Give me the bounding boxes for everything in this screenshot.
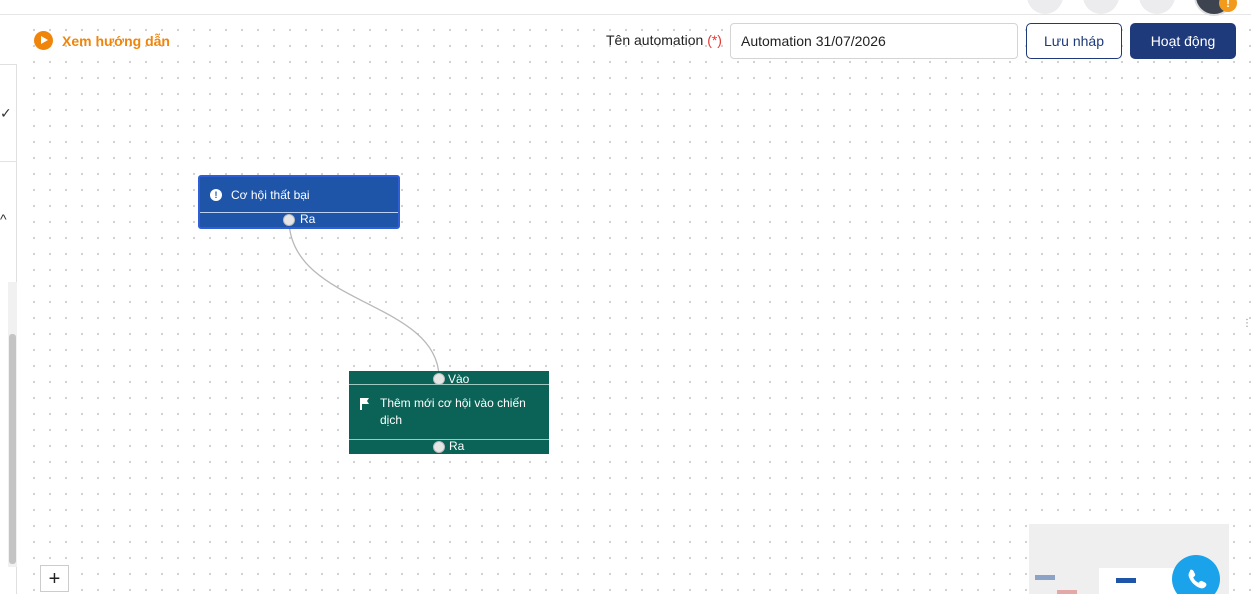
output-port[interactable] xyxy=(283,214,295,226)
activate-button[interactable]: Hoạt động xyxy=(1130,23,1236,59)
minimap-node xyxy=(1057,590,1077,594)
minimap-node xyxy=(1035,575,1055,580)
call-button[interactable] xyxy=(1172,555,1220,594)
minimap-node xyxy=(1116,578,1136,583)
output-port-label: Ra xyxy=(300,212,316,226)
alert-circle-icon: ! xyxy=(210,189,222,201)
zoom-in-button[interactable]: + xyxy=(40,565,69,592)
chevron-icon[interactable]: ✓ xyxy=(0,105,12,122)
automation-name-label: Tên automation (*) xyxy=(606,32,722,48)
workflow-canvas[interactable] xyxy=(22,16,1251,594)
chevron-up-icon[interactable]: ^ xyxy=(0,211,7,227)
top-bar xyxy=(0,0,1251,15)
output-port[interactable] xyxy=(433,441,445,453)
scrollbar-thumb[interactable] xyxy=(9,334,16,564)
toolbar-button[interactable] xyxy=(1139,0,1175,14)
phone-icon xyxy=(1188,569,1207,589)
flag-icon xyxy=(359,398,371,410)
trigger-node-header: ! Cơ hội thất bại xyxy=(210,188,310,202)
automation-name-input[interactable] xyxy=(730,23,1018,59)
save-draft-button[interactable]: Lưu nháp xyxy=(1026,23,1122,59)
toolbar-button[interactable] xyxy=(1027,0,1063,14)
panel-handle-icon[interactable]: ⋮ xyxy=(1242,318,1251,329)
required-mark: (*) xyxy=(707,32,722,48)
output-port-label: Ra xyxy=(449,439,465,453)
guide-link-label: Xem hướng dẫn xyxy=(62,32,170,49)
node-divider xyxy=(349,384,549,385)
play-circle-icon xyxy=(34,31,53,50)
trigger-node[interactable]: ! Cơ hội thất bại Ra xyxy=(198,175,400,229)
node-divider xyxy=(200,212,398,213)
left-scrollbar[interactable] xyxy=(8,282,17,567)
trigger-node-title: Cơ hội thất bại xyxy=(231,188,310,202)
guide-link[interactable]: Xem hướng dẫn xyxy=(34,31,170,50)
action-node-body: Thêm mới cơ hội vào chiến dịch xyxy=(359,395,540,429)
toolbar-button[interactable] xyxy=(1083,0,1119,14)
action-node-title: Thêm mới cơ hội vào chiến dịch xyxy=(380,396,526,427)
action-node[interactable]: Vào Thêm mới cơ hội vào chiến dịch Ra xyxy=(349,371,549,454)
panel-divider xyxy=(0,161,17,162)
